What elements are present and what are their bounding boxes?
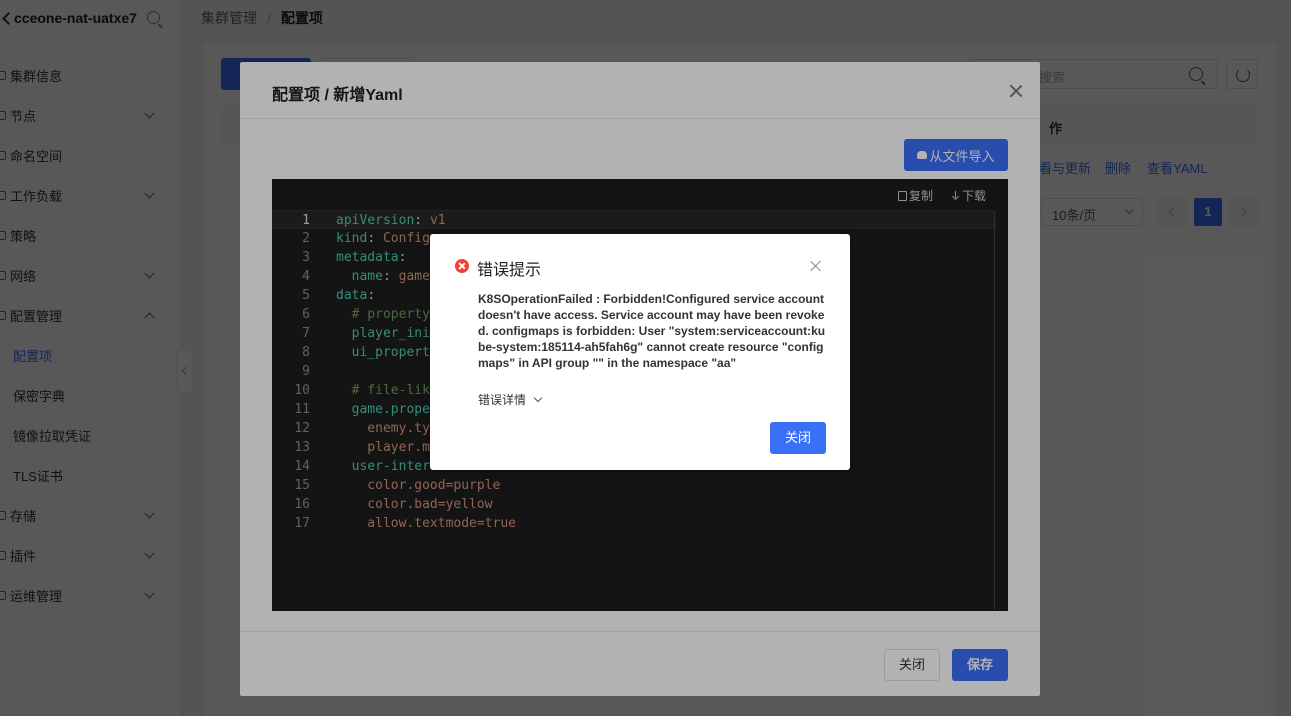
error-detail-label: 错误详情 (478, 393, 527, 407)
error-title: 错误提示 (477, 262, 542, 279)
error-icon (455, 259, 469, 273)
error-close-button[interactable]: 关闭 (770, 422, 826, 454)
close-icon[interactable] (810, 260, 822, 272)
chevron-down-icon (533, 393, 543, 402)
error-dialog: 错误提示 K8SOperationFailed : Forbidden!Conf… (430, 234, 850, 470)
error-detail-toggle[interactable]: 错误详情 (478, 391, 543, 408)
error-message: K8SOperationFailed : Forbidden!Configure… (478, 292, 826, 370)
